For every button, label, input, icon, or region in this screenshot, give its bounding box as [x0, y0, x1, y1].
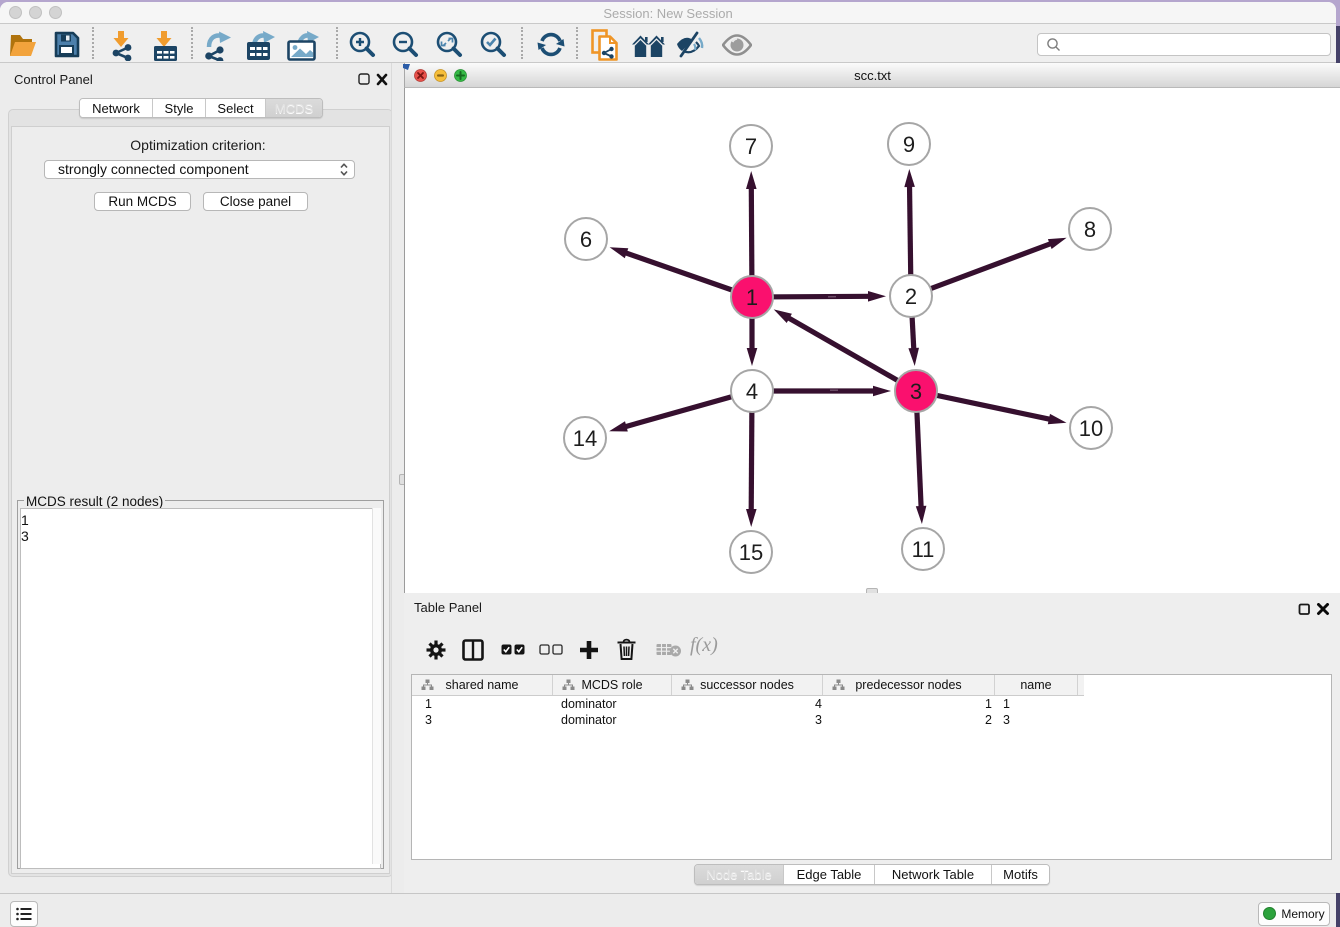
svg-text:6: 6: [580, 227, 592, 252]
svg-text:11: 11: [912, 537, 935, 562]
svg-text:15: 15: [739, 540, 763, 565]
svg-text:14: 14: [573, 426, 597, 451]
svg-text:3: 3: [910, 379, 922, 404]
svg-text:7: 7: [745, 134, 757, 159]
svg-text:9: 9: [903, 132, 915, 157]
svg-text:10: 10: [1079, 416, 1103, 441]
svg-text:1: 1: [746, 285, 758, 310]
svg-text:8: 8: [1084, 217, 1096, 242]
svg-text:4: 4: [746, 379, 758, 404]
svg-text:2: 2: [905, 284, 917, 309]
